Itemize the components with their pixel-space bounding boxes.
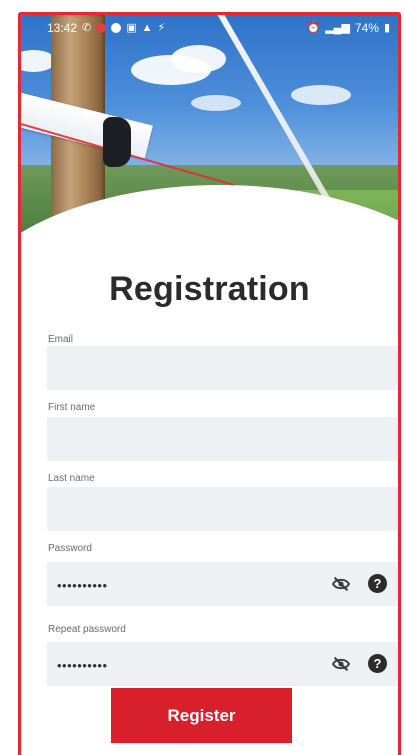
status-right: ⏰ ▂▄▆ 74% ▮ bbox=[306, 21, 390, 35]
warning-icon: ▲ bbox=[141, 21, 153, 34]
cloud bbox=[291, 85, 351, 105]
cloud bbox=[191, 95, 241, 111]
page-title: Registration bbox=[109, 270, 310, 308]
email-field[interactable] bbox=[47, 346, 398, 390]
insulator bbox=[103, 117, 131, 167]
first-name-label: First name bbox=[48, 402, 96, 413]
last-name-label: Last name bbox=[48, 473, 95, 484]
status-time: 13:42 bbox=[47, 21, 78, 35]
status-bar: 13:42 ✆ ▣ ▲ ⚡ ⏰ ▂▄▆ 74% ▮ bbox=[21, 15, 398, 41]
header-photo: 13:42 ✆ ▣ ▲ ⚡ ⏰ ▂▄▆ 74% ▮ bbox=[21, 15, 398, 270]
email-label: Email bbox=[48, 334, 74, 345]
eye-off-icon[interactable] bbox=[331, 576, 351, 592]
help-icon[interactable]: ? bbox=[368, 574, 387, 593]
register-button[interactable]: Register bbox=[111, 688, 292, 743]
satellite-icon: ⚡ bbox=[157, 21, 166, 34]
message-icon bbox=[111, 23, 122, 33]
repeat-password-value: •••••••••• bbox=[57, 658, 108, 673]
repeat-password-label: Repeat password bbox=[48, 624, 126, 635]
password-label: Password bbox=[48, 543, 92, 554]
signal-icon: ▂▄▆ bbox=[325, 21, 350, 34]
password-value: •••••••••• bbox=[57, 578, 108, 593]
notification-icon bbox=[96, 23, 107, 33]
cloud bbox=[171, 45, 226, 73]
first-name-field[interactable] bbox=[47, 417, 398, 461]
battery-level: 74% bbox=[354, 21, 379, 35]
app-screen: 13:42 ✆ ▣ ▲ ⚡ ⏰ ▂▄▆ 74% ▮ Registration E… bbox=[18, 12, 401, 755]
gallery-icon: ▣ bbox=[126, 21, 137, 34]
help-icon[interactable]: ? bbox=[368, 654, 387, 673]
phone-icon: ✆ bbox=[82, 21, 92, 34]
status-left: 13:42 ✆ ▣ ▲ ⚡ bbox=[47, 21, 165, 35]
eye-off-icon[interactable] bbox=[331, 656, 351, 672]
last-name-field[interactable] bbox=[47, 487, 398, 531]
alarm-icon: ⏰ bbox=[306, 21, 321, 34]
battery-icon: ▮ bbox=[383, 21, 390, 34]
